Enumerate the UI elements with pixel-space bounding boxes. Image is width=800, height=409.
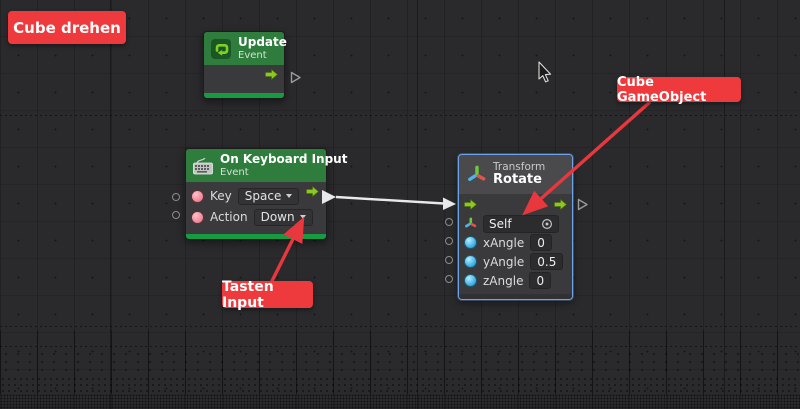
value-input-port-xangle[interactable] — [464, 236, 477, 249]
annotation-label-tasten-input: Tasten Input — [222, 278, 313, 311]
node-keyboard-header[interactable]: On Keyboard Input Event — [186, 149, 347, 183]
unconnected-port-circle[interactable] — [445, 256, 453, 264]
value-input-port-action[interactable] — [191, 210, 204, 224]
node-footer-bar — [204, 93, 284, 99]
transform-icon — [466, 164, 487, 186]
node-on-keyboard-input[interactable]: On Keyboard Input Event Key Space Action… — [185, 148, 347, 241]
value-text: 0 — [536, 273, 545, 288]
flow-output-port[interactable] — [305, 185, 320, 198]
chevron-down-icon — [286, 194, 293, 199]
unconnected-port-circle[interactable] — [172, 211, 180, 219]
grid-line — [0, 326, 800, 327]
graph-canvas[interactable]: Update Event On Keyboard Input Event Key… — [0, 0, 800, 409]
value-input-port-yangle[interactable] — [464, 255, 477, 268]
target-picker-icon[interactable] — [541, 218, 553, 230]
grid-line — [0, 115, 800, 116]
annotation-label-cube-gameobject: Cube GameObject — [617, 74, 741, 105]
target-object-field[interactable]: Self — [483, 214, 559, 233]
flow-output-port[interactable] — [264, 68, 279, 81]
node-footer-bar — [186, 234, 326, 240]
target-object-label: Self — [489, 216, 512, 231]
value-text: 0.5 — [537, 254, 557, 269]
port-label: Action — [210, 210, 248, 225]
keyboard-icon — [192, 155, 214, 177]
port-label: Key — [210, 189, 232, 204]
key-dropdown[interactable]: Space — [237, 187, 300, 205]
node-transform-rotate[interactable]: Transform Rotate Self xAngle 0 yAngle 0.… — [458, 154, 573, 300]
transform-icon-small — [464, 217, 477, 230]
unconnected-port-circle[interactable] — [445, 218, 453, 226]
dropdown-value: Down — [260, 210, 295, 225]
yangle-value-field[interactable]: 0.5 — [530, 253, 564, 270]
node-title: On Keyboard Input — [220, 152, 348, 166]
annotation-text: Cube drehen — [13, 18, 121, 37]
unconnected-port-circle[interactable] — [445, 275, 453, 283]
node-rotate-header[interactable]: Transform Rotate — [459, 155, 572, 194]
annotation-text: Cube GameObject — [617, 74, 707, 105]
port-label: zAngle — [483, 273, 524, 288]
node-subtitle: Event — [220, 166, 249, 178]
value-input-port-zangle[interactable] — [464, 274, 477, 287]
unconnected-port-circle[interactable] — [445, 237, 453, 245]
flow-input-port[interactable] — [463, 198, 478, 211]
value-input-port-key[interactable] — [191, 189, 204, 203]
grid-dense-band — [0, 376, 800, 394]
xangle-value-field[interactable]: 0 — [530, 234, 552, 251]
annotation-label-cube-drehen: Cube drehen — [8, 11, 126, 44]
node-title: Update — [238, 35, 287, 49]
value-text: 0 — [537, 235, 545, 250]
annotation-text: Tasten Input — [222, 278, 274, 311]
grid-dense-band — [0, 394, 800, 409]
node-update-event[interactable]: Update Event — [203, 31, 287, 100]
action-dropdown[interactable]: Down — [253, 208, 313, 226]
port-label: xAngle — [483, 235, 525, 250]
flow-output-port[interactable] — [553, 198, 568, 211]
chevron-down-icon — [299, 215, 306, 220]
node-update-header[interactable]: Update Event — [204, 32, 287, 66]
dropdown-value: Space — [244, 189, 282, 204]
port-label: yAngle — [483, 254, 525, 269]
node-footer-bar — [459, 294, 572, 299]
node-subtitle: Event — [238, 49, 267, 61]
zangle-value-field[interactable]: 0 — [529, 272, 552, 289]
unconnected-port-circle[interactable] — [172, 193, 180, 201]
update-loop-icon — [210, 38, 232, 60]
node-title: Rotate — [493, 172, 542, 188]
unconnected-flow-triangle[interactable] — [289, 71, 302, 84]
unconnected-flow-triangle[interactable] — [576, 198, 589, 211]
grid-dense-band — [0, 350, 800, 376]
